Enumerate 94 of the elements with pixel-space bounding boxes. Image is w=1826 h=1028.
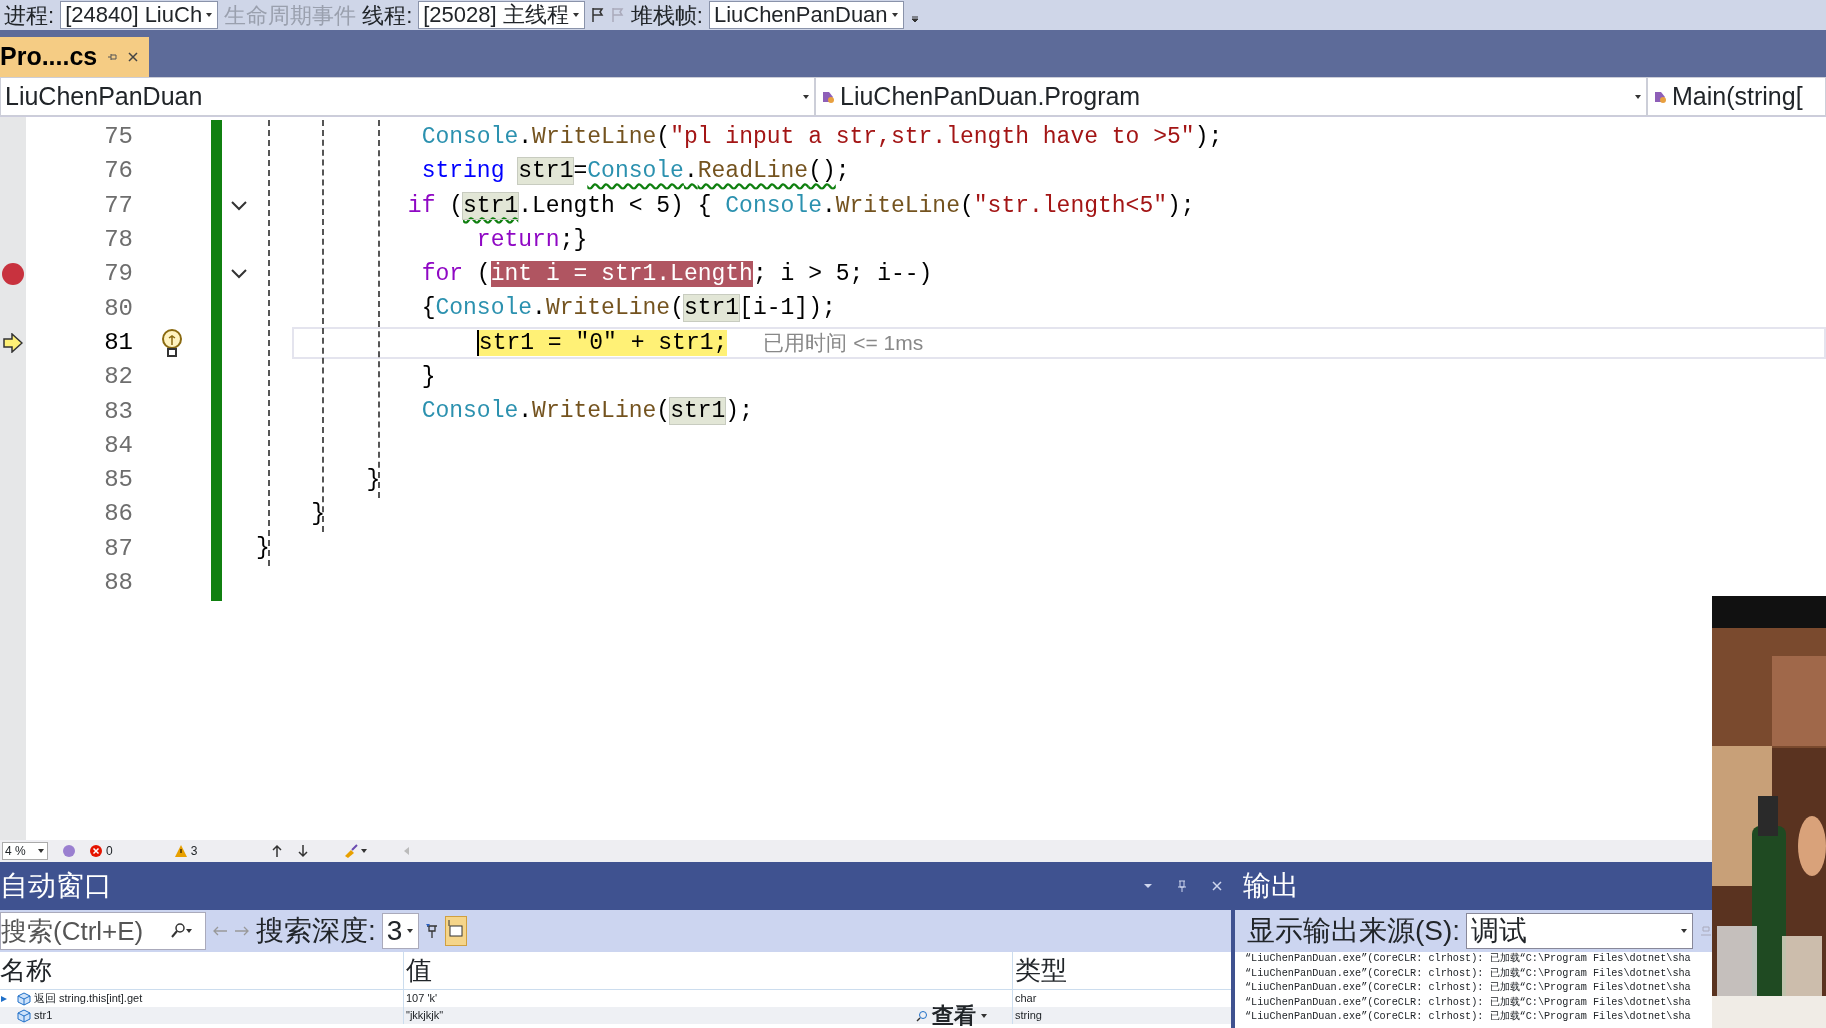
caret-icon [802, 92, 810, 101]
column-header[interactable]: 类型 [1015, 952, 1067, 990]
output-source-dropdown[interactable]: 调试 [1466, 913, 1693, 949]
magnifier-icon[interactable] [916, 1009, 928, 1022]
line-number: 76 [103, 156, 133, 187]
output-line: “LiuChenPanDuan.exe”(CoreCLR: clrhost): 已加载“C:\Program Files\dotnet\sha [1245, 952, 1692, 966]
thread-label: 线程: [362, 1, 413, 30]
error-icon[interactable] [90, 845, 102, 857]
thread-dropdown[interactable]: [25028] 主线程 [418, 1, 585, 29]
dropdown-icon[interactable] [1143, 882, 1153, 890]
line-number: 79 [103, 259, 133, 290]
code-line: } [310, 500, 326, 530]
panel-title: 自动窗口 [0, 869, 112, 903]
close-icon[interactable] [1211, 880, 1223, 892]
brush-icon[interactable] [343, 844, 370, 858]
down-arrow-icon[interactable] [297, 844, 310, 858]
close-icon[interactable] [127, 51, 140, 63]
return-arrow-icon [0, 995, 8, 1004]
flag-icon[interactable] [590, 7, 605, 23]
variable-value: "jkkjkjk" [406, 1008, 444, 1024]
warning-count: 3 [190, 843, 198, 860]
elapsed-time-hint: 已用时间 <= 1ms [763, 330, 924, 357]
collapse-chevron-icon[interactable] [230, 268, 248, 281]
line-number: 80 [103, 293, 133, 324]
error-count: 0 [106, 843, 113, 860]
process-dropdown[interactable]: [24840] LiuCh [60, 1, 219, 29]
hex-display-icon[interactable] [445, 916, 468, 946]
column-header[interactable]: 名称 [0, 952, 52, 990]
process-label: 进程: [4, 1, 55, 30]
panel-title: 输出 [1243, 869, 1299, 903]
code-line: Console.WriteLine("pl input a str,str.length have to >5"); [420, 122, 1223, 152]
caret-icon[interactable] [185, 927, 193, 935]
code-line: return;} [475, 225, 588, 255]
type-dropdown[interactable]: LiuChenPanDuan.Program [815, 77, 1647, 116]
line-number: 77 [103, 190, 133, 221]
search-depth-dropdown[interactable]: 3 [381, 913, 420, 949]
member-dropdown[interactable]: Main(string[ [1647, 77, 1826, 116]
field-icon [17, 991, 31, 1006]
column-header[interactable]: 值 [406, 952, 432, 990]
project-dropdown[interactable]: LiuChenPanDuan [0, 77, 815, 116]
zoom-dropdown[interactable]: 4 % [2, 842, 48, 860]
line-number: 85 [103, 465, 133, 496]
line-number: 78 [103, 225, 133, 256]
code-line: } [256, 534, 270, 564]
line-number: 83 [103, 396, 133, 427]
caret-icon [1680, 927, 1688, 935]
output-line: “LiuChenPanDuan.exe”(CoreCLR: clrhost): 已加载“C:\Program Files\dotnet\sha [1245, 1010, 1692, 1025]
search-icon[interactable] [171, 923, 185, 939]
variable-type: char [1015, 991, 1037, 1007]
stack-frame-dropdown[interactable]: LiuChenPanDuan [708, 1, 904, 29]
pin-icon[interactable] [107, 51, 118, 63]
code-line: } [365, 465, 381, 495]
variable-value: 107 'k' [406, 991, 438, 1007]
pin-icon[interactable] [425, 923, 440, 939]
breakpoint-icon[interactable] [1, 262, 25, 287]
search-depth-label: 搜索深度: [256, 914, 376, 948]
line-number: 84 [103, 430, 133, 461]
code-line: {Console.WriteLine(str1[i-1]); [420, 294, 836, 324]
warning-icon[interactable] [174, 845, 187, 857]
caret-icon [1634, 92, 1642, 101]
up-arrow-icon[interactable] [271, 844, 284, 858]
caret-icon [890, 11, 899, 19]
stack-frame-label: 堆栈帧: [630, 1, 703, 30]
caret-icon [406, 927, 415, 935]
line-number: 82 [103, 362, 133, 393]
collapse-chevron-icon[interactable] [230, 199, 248, 212]
code-line: if (str1.Length < 5) { Console.WriteLine("str.length<5"); [406, 191, 1195, 221]
code-line: for (int i = str1.Length; i > 5; i--) [420, 260, 933, 290]
output-line: “LiuChenPanDuan.exe”(CoreCLR: clrhost): 已加载“C:\Program Files\dotnet\sha [1245, 981, 1692, 996]
line-number: 75 [103, 122, 133, 153]
clear-output-icon[interactable] [1699, 923, 1713, 939]
caret-icon [571, 11, 580, 19]
variable-name: str1 [34, 1008, 53, 1024]
code-line: string str1=Console.ReadLine(); [420, 157, 850, 187]
health-icon[interactable] [62, 844, 76, 858]
pin-icon[interactable] [1177, 879, 1187, 893]
line-number: 87 [103, 533, 133, 564]
variable-type: string [1015, 1008, 1042, 1024]
caret-icon[interactable] [980, 1011, 988, 1020]
caret-icon [37, 847, 45, 855]
field-icon [17, 1008, 31, 1023]
lightbulb-icon[interactable] [161, 327, 183, 358]
line-number: 88 [103, 568, 133, 598]
line-number: 86 [103, 499, 133, 530]
variable-name: 返回 string.this[int].get [34, 991, 143, 1007]
file-tab[interactable]: Pro....cs [0, 37, 150, 77]
output-line: “LiuChenPanDuan.exe”(CoreCLR: clrhost): 已加载“C:\Program Files\dotnet\sha [1245, 966, 1692, 981]
output-source-label: 显示输出来源(S): [1247, 914, 1461, 948]
code-line: Console.WriteLine(str1); [420, 397, 753, 427]
caret-icon [205, 11, 214, 19]
output-line: “LiuChenPanDuan.exe”(CoreCLR: clrhost): 已加载“C:\Program Files\dotnet\sha [1245, 995, 1692, 1010]
code-line: } [420, 363, 436, 392]
search-field[interactable]: 搜索(Ctrl+E) [0, 912, 206, 950]
line-number: 81 [103, 327, 133, 358]
